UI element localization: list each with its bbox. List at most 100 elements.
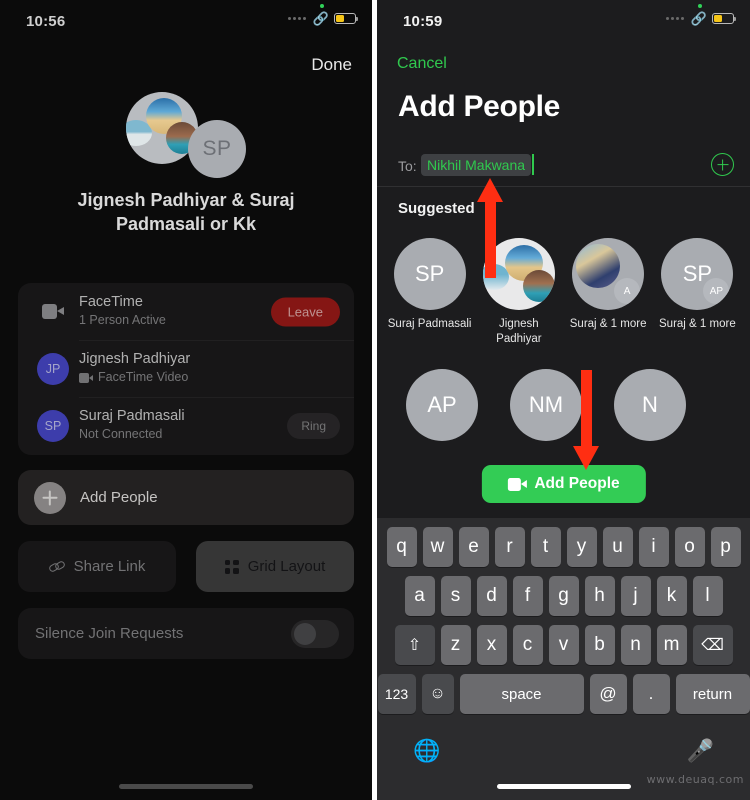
roster-subtitle-wrap: FaceTime Video	[79, 368, 254, 387]
video-camera-icon	[37, 296, 69, 328]
add-people-confirm-button[interactable]: Add People	[481, 465, 646, 503]
key-c[interactable]: c	[512, 625, 543, 665]
key-k[interactable]: k	[656, 576, 687, 616]
emoji-icon[interactable]: ☺	[421, 674, 454, 714]
roster-row-facetime[interactable]: FaceTime 1 Person Active Leave	[18, 283, 354, 340]
key-t[interactable]: t	[530, 527, 561, 567]
key-j[interactable]: j	[620, 576, 651, 616]
share-link-button[interactable]: Share Link	[18, 541, 176, 592]
key-numbers[interactable]: 123	[377, 674, 416, 714]
home-indicator	[119, 784, 253, 789]
divider-line	[377, 186, 750, 187]
to-field-row[interactable]: To: Nikhil Makwana	[377, 152, 750, 182]
key-w[interactable]: w	[422, 527, 453, 567]
add-people-label: Add People	[80, 489, 158, 506]
suggested-row-2: AP NM N	[377, 369, 750, 442]
add-people-sheet-panel: 10:59 🔗 Cancel Add People To: Nikhil Mak…	[377, 0, 750, 800]
key-s[interactable]: s	[440, 576, 471, 616]
status-bar-time: 10:56	[26, 13, 66, 30]
key-q[interactable]: q	[386, 527, 417, 567]
photo-avatar: A	[572, 238, 645, 310]
avatar-badge: A	[614, 278, 641, 304]
key-period[interactable]: .	[632, 674, 670, 714]
contact-name: Jignesh Padhiyar	[496, 318, 542, 346]
roster-row-jignesh[interactable]: JP Jignesh Padhiyar FaceTime Video	[18, 340, 354, 397]
leave-button[interactable]: Leave	[270, 297, 340, 326]
key-i[interactable]: i	[638, 527, 669, 567]
key-e[interactable]: e	[458, 527, 489, 567]
avatar-badge: AP	[703, 278, 730, 304]
suggested-header: Suggested	[398, 200, 475, 217]
key-r[interactable]: r	[494, 527, 525, 567]
globe-icon[interactable]: 🌐	[413, 738, 440, 764]
roster-title: Suraj Padmasali	[79, 408, 185, 424]
status-bar-icons: 🔗	[665, 12, 736, 25]
plus-icon	[34, 481, 66, 514]
key-h[interactable]: h	[584, 576, 615, 616]
key-at[interactable]: @	[589, 674, 627, 714]
key-p[interactable]: p	[710, 527, 741, 567]
suggested-contact-3[interactable]: SP AP Suraj & 1 more	[654, 238, 740, 347]
grid-layout-button[interactable]: Grid Layout	[196, 541, 354, 592]
roster-row-suraj[interactable]: SP Suraj Padmasali Not Connected Ring	[18, 397, 354, 454]
key-y[interactable]: y	[566, 527, 597, 567]
watermark: www.deuaq.com	[646, 773, 744, 786]
microphone-icon[interactable]: 🎤	[687, 738, 714, 764]
key-b[interactable]: b	[584, 625, 615, 665]
link-icon	[47, 559, 66, 573]
status-bar-time: 10:59	[403, 13, 443, 30]
key-a[interactable]: a	[404, 576, 435, 616]
status-bar-icons: 🔗	[287, 11, 358, 26]
key-x[interactable]: x	[476, 625, 507, 665]
contact-name: Suraj Padmasali	[387, 318, 472, 330]
cancel-button[interactable]: Cancel	[397, 55, 447, 73]
add-people-button-label: Add People	[534, 475, 620, 492]
plus-circle-icon[interactable]	[711, 153, 734, 176]
key-f[interactable]: f	[512, 576, 543, 616]
page-title: Add People	[398, 90, 561, 123]
key-n[interactable]: n	[620, 625, 651, 665]
roster-subtitle: 1 Person Active	[79, 313, 166, 328]
suggested-contacts-grid: SP Suraj Padmasali Jignesh Padhiyar A Su…	[377, 238, 750, 442]
roster-subtitle: Not Connected	[79, 427, 163, 442]
key-z[interactable]: z	[440, 625, 471, 665]
share-link-label: Share Link	[73, 558, 146, 575]
key-d[interactable]: d	[476, 576, 507, 616]
suggested-contact-6[interactable]: N	[607, 369, 693, 442]
keyboard-row-2: a s d f g h j k l	[377, 576, 750, 616]
video-camera-icon	[507, 477, 527, 491]
key-space[interactable]: space	[459, 674, 584, 714]
suggested-contact-4[interactable]: AP	[399, 369, 485, 442]
annotation-arrow-up	[477, 178, 503, 278]
call-participants-avatars: SP	[0, 92, 372, 178]
recipient-token[interactable]: Nikhil Makwana	[421, 154, 532, 176]
grid-layout-label: Grid Layout	[247, 558, 326, 575]
avatar-initials-jp: JP	[37, 352, 69, 385]
shareplay-link-icon: 🔗	[312, 11, 329, 26]
shift-icon[interactable]: ⇧	[394, 625, 435, 665]
silence-join-requests-toggle[interactable]	[291, 619, 339, 648]
status-bar-left: 10:56 🔗	[0, 0, 372, 34]
annotation-arrow-down	[573, 370, 599, 470]
ring-button[interactable]: Ring	[287, 412, 340, 439]
avatar: SP	[393, 238, 466, 310]
avatar-initials-sp: SP	[188, 120, 246, 178]
backspace-icon[interactable]: ⌫	[692, 625, 733, 665]
grid-icon	[224, 559, 239, 574]
done-button[interactable]: Done	[311, 55, 352, 75]
on-screen-keyboard: q w e r t y u i o p a s d f g h j k l ⇧ …	[377, 518, 750, 800]
key-return[interactable]: return	[675, 674, 750, 714]
key-m[interactable]: m	[656, 625, 687, 665]
facetime-call-controls-panel: 10:56 🔗 Done SP Jignesh Padhiyar & Suraj…	[0, 0, 372, 800]
add-people-row-button[interactable]: Add People	[18, 470, 354, 525]
key-g[interactable]: g	[548, 576, 579, 616]
roster-row-text: Jignesh Padhiyar FaceTime Video	[79, 350, 254, 387]
suggested-contact-0[interactable]: SP Suraj Padmasali	[387, 238, 473, 347]
silence-join-requests-row[interactable]: Silence Join Requests	[18, 608, 354, 659]
key-u[interactable]: u	[602, 527, 633, 567]
signal-dots-icon	[665, 17, 684, 20]
key-v[interactable]: v	[548, 625, 579, 665]
key-o[interactable]: o	[674, 527, 705, 567]
suggested-contact-2[interactable]: A Suraj & 1 more	[565, 238, 651, 347]
key-l[interactable]: l	[692, 576, 723, 616]
